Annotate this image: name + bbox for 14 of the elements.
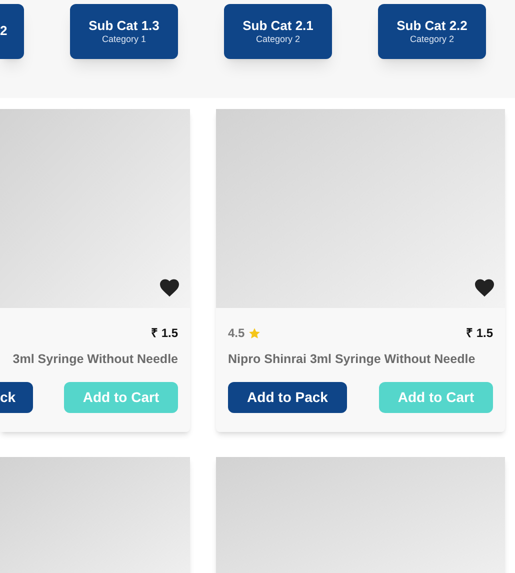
- add-to-pack-button[interactable]: ck: [0, 382, 33, 413]
- subcategory-button[interactable]: 2: [0, 4, 24, 59]
- heart-icon[interactable]: [159, 278, 180, 297]
- price: ₹ 1.5: [466, 325, 493, 342]
- heart-icon[interactable]: [474, 278, 495, 297]
- subcategory-button[interactable]: Sub Cat 1.3 Category 1: [70, 4, 178, 59]
- subcategory-button[interactable]: Sub Cat 2.2 Category 2: [378, 4, 486, 59]
- star-icon: [248, 326, 261, 340]
- product-name: Nipro Shinrai 3ml Syringe Without Needle: [228, 351, 476, 368]
- subcategory-button[interactable]: Sub Cat 2.1 Category 2: [224, 4, 332, 59]
- product-name: 3ml Syringe Without Needle: [12, 351, 178, 368]
- rating-value: 4.5: [228, 325, 245, 342]
- add-to-pack-button[interactable]: Add to Pack: [228, 382, 347, 413]
- price: ₹ 1.5: [150, 325, 178, 342]
